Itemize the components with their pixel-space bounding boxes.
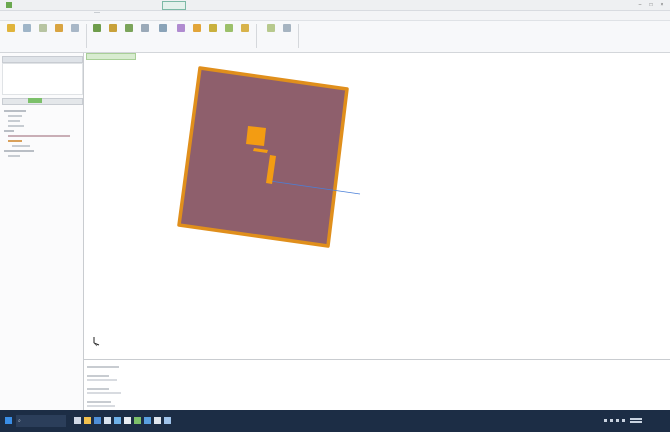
tree-lines xyxy=(4,110,72,160)
ribbon-button-15[interactable] xyxy=(238,24,252,46)
group-separator xyxy=(298,24,299,48)
toolbar-icon xyxy=(177,24,185,32)
windows-start-icon[interactable] xyxy=(5,417,12,424)
toolbar-icon xyxy=(267,24,275,32)
system-tray[interactable] xyxy=(604,417,644,424)
group-separator xyxy=(256,24,257,48)
toolbar-icon xyxy=(71,24,79,32)
tree-panel-header xyxy=(2,98,83,105)
ribbon-toolbar xyxy=(0,21,670,53)
title-tab[interactable] xyxy=(162,1,186,10)
project-tree-panel xyxy=(0,53,84,410)
patch xyxy=(246,126,266,146)
menu-bar xyxy=(0,11,670,21)
taskbar-app-icon[interactable] xyxy=(104,417,111,424)
taskbar-app-icon[interactable] xyxy=(124,417,131,424)
toolbar-icon xyxy=(109,24,117,32)
toolbar-icon xyxy=(225,24,233,32)
message-console xyxy=(84,359,670,411)
title-bar: – □ × xyxy=(0,0,670,11)
maximize-icon[interactable]: □ xyxy=(647,2,655,8)
taskbar-app-icon[interactable] xyxy=(164,417,171,424)
ribbon-button-5[interactable] xyxy=(68,24,82,46)
toolbar-icon xyxy=(55,24,63,32)
ribbon-button-8[interactable] xyxy=(122,24,136,46)
ribbon-button-9[interactable] xyxy=(138,24,152,46)
app-logo-icon[interactable] xyxy=(6,2,12,8)
viewport-canvas[interactable] xyxy=(84,53,670,358)
toolbar-icon xyxy=(209,24,217,32)
toolbar-icon xyxy=(125,24,133,32)
console-text-blocks xyxy=(87,366,121,407)
taskbar-app-icon[interactable] xyxy=(84,417,91,424)
viewport-tab[interactable] xyxy=(86,53,136,60)
ribbon-button-13[interactable] xyxy=(206,24,220,46)
ribbon-button-16[interactable] xyxy=(264,24,278,46)
ribbon-button-14[interactable] xyxy=(222,24,236,46)
taskbar-app-icon[interactable] xyxy=(154,417,161,424)
ribbon-button-4[interactable] xyxy=(52,24,66,46)
ribbon-button-1[interactable] xyxy=(4,24,18,46)
toolbar-icon xyxy=(39,24,47,32)
substrate xyxy=(177,66,349,248)
toolbar-icon xyxy=(193,24,201,32)
ribbon-button-17[interactable] xyxy=(280,24,294,46)
toolbar-icon xyxy=(283,24,291,32)
toolbar-icon xyxy=(241,24,249,32)
ribbon-button-6[interactable] xyxy=(90,24,104,46)
panel-header xyxy=(2,56,83,63)
taskbar-app-icon[interactable] xyxy=(94,417,101,424)
close-icon[interactable]: × xyxy=(658,2,666,8)
taskbar-app-icon[interactable] xyxy=(74,417,81,424)
tree-tab-active[interactable] xyxy=(28,98,42,103)
toolbar-icon xyxy=(141,24,149,32)
toolbar-icon xyxy=(93,24,101,32)
ribbon-button-11[interactable] xyxy=(174,24,188,46)
coordinate-axis-icon xyxy=(93,337,100,347)
taskbar-app-icon[interactable] xyxy=(134,417,141,424)
model-viewport[interactable] xyxy=(84,53,670,358)
ribbon-button-10[interactable] xyxy=(156,24,170,46)
ribbon-button-12[interactable] xyxy=(190,24,204,46)
group-separator xyxy=(86,24,87,48)
search-icon: ⌕ xyxy=(18,418,21,424)
ribbon-button-7[interactable] xyxy=(106,24,120,46)
minimize-icon[interactable]: – xyxy=(636,2,644,8)
toolbar-icon xyxy=(159,24,167,32)
search-box[interactable]: ⌕ xyxy=(16,415,66,427)
toolbar-icon xyxy=(23,24,31,32)
ribbon-button-3[interactable] xyxy=(36,24,50,46)
taskbar-app-icon[interactable] xyxy=(144,417,151,424)
menu-item-active[interactable] xyxy=(94,12,100,13)
ribbon-button-2[interactable] xyxy=(20,24,34,46)
panel-content-area xyxy=(2,63,83,95)
taskbar-app-icon[interactable] xyxy=(114,417,121,424)
toolbar-icon xyxy=(7,24,15,32)
taskbar: ⌕ xyxy=(0,410,670,432)
